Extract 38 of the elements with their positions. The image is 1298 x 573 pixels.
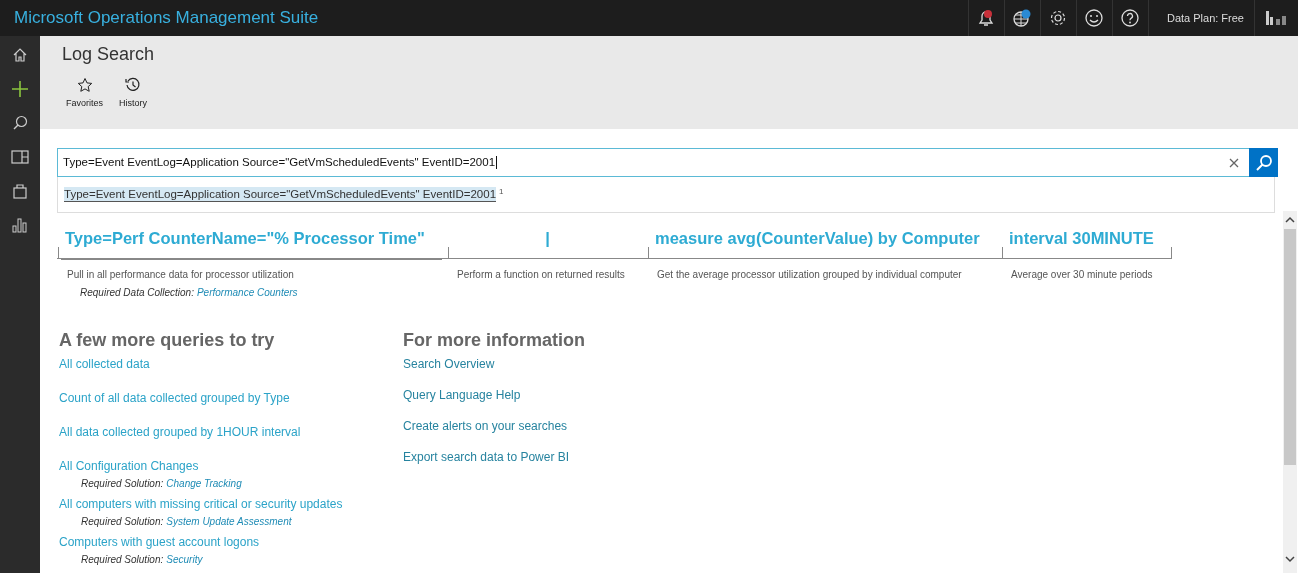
scroll-down-icon[interactable] (1285, 555, 1295, 563)
scroll-up-icon[interactable] (1285, 216, 1295, 224)
section-heading: A few more queries to try (59, 330, 276, 351)
toolbar-label: Favorites (66, 98, 103, 108)
toolbar-label: History (119, 98, 148, 108)
info-link[interactable]: Export search data to Power BI (403, 450, 585, 464)
favorites-button[interactable]: Favorites (62, 77, 107, 108)
requirement-label: Required Data Collection: (80, 287, 194, 298)
section-heading: For more information (403, 330, 585, 351)
star-icon (76, 77, 93, 93)
query-link[interactable]: All data collected grouped by 1HOUR interval (59, 425, 403, 439)
info-link[interactable]: Create alerts on your searches (403, 419, 585, 433)
scroll-thumb[interactable] (1284, 229, 1296, 465)
search-button[interactable] (1249, 148, 1278, 177)
requirement-label: Required Solution: (81, 516, 164, 527)
page-title: Log Search (62, 44, 156, 65)
suggestion-count: 1 (499, 187, 504, 196)
suggestion-item[interactable]: Type=Event EventLog=Application Source="GetVmScheduledEvents" EventID=2001 (64, 187, 497, 202)
info-link[interactable]: Query Language Help (403, 388, 585, 402)
history-icon (125, 77, 141, 93)
search-icon (1254, 153, 1273, 172)
requirement-link[interactable]: Change Tracking (166, 478, 242, 489)
info-link[interactable]: Search Overview (403, 357, 585, 371)
history-button[interactable]: History (115, 77, 152, 108)
requirement-label: Required Solution: (81, 478, 164, 489)
scrollbar[interactable] (1283, 211, 1297, 573)
requirement-link[interactable]: System Update Assessment (166, 516, 292, 527)
requirement-link[interactable]: Performance Counters (196, 287, 298, 298)
query-link[interactable]: Computers with guest account logons (59, 535, 403, 549)
query-link[interactable]: All computers with missing critical or security updates (59, 497, 403, 511)
query-link[interactable]: Count of all data collected grouped by Type (59, 391, 403, 405)
requirement-link[interactable]: Security (166, 554, 203, 565)
app-title: Microsoft Operations Management Suite (13, 8, 319, 28)
query-link[interactable]: All collected data (59, 357, 403, 371)
requirement-label: Required Solution: (81, 554, 164, 565)
search-field[interactable]: Type=Event EventLog=Application Source="GetVmScheduledEvents" EventID=2001 (57, 148, 1278, 177)
segment-description: Average over 30 minute periods (1002, 247, 1172, 280)
query-link[interactable]: All Configuration Changes (59, 459, 403, 473)
